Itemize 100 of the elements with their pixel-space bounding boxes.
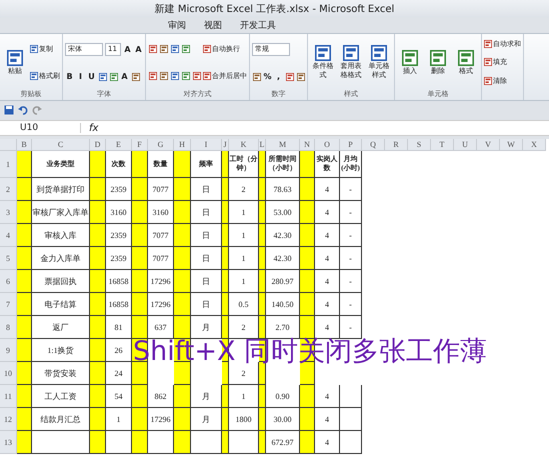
ribbon-tab[interactable]: 视图 bbox=[202, 19, 224, 32]
empty-cell bbox=[340, 408, 362, 431]
toolbar-button[interactable] bbox=[170, 70, 179, 82]
toolbar-button[interactable] bbox=[252, 71, 261, 82]
column-header[interactable]: C bbox=[32, 139, 90, 151]
empty-cell bbox=[340, 431, 362, 454]
table-cell: - bbox=[340, 201, 362, 224]
column-header[interactable]: H bbox=[174, 139, 191, 151]
row-header[interactable]: 11 bbox=[0, 385, 17, 408]
table-cell: - bbox=[340, 316, 362, 339]
column-header[interactable]: J bbox=[222, 139, 229, 151]
format-button[interactable]: U bbox=[87, 71, 96, 82]
table-cell: 4 bbox=[315, 293, 340, 316]
function-button[interactable]: fx bbox=[81, 122, 106, 134]
sheet-icon bbox=[30, 44, 38, 53]
ribbon-tab[interactable]: 开发工具 bbox=[238, 19, 278, 32]
sheet-icon bbox=[484, 40, 492, 48]
format-button[interactable]: , bbox=[274, 71, 283, 82]
row-header[interactable]: 2 bbox=[0, 178, 17, 201]
column-header[interactable]: D bbox=[90, 139, 106, 151]
column-header[interactable]: Q bbox=[362, 139, 385, 151]
row-header[interactable]: 5 bbox=[0, 247, 17, 270]
column-header[interactable]: U bbox=[454, 139, 477, 151]
row-header[interactable]: 1 bbox=[0, 151, 17, 178]
sheet-icon bbox=[203, 44, 211, 53]
table-icon bbox=[315, 45, 331, 61]
column-header[interactable]: V bbox=[477, 139, 500, 151]
column-header[interactable]: N bbox=[300, 139, 315, 151]
column-header[interactable]: B bbox=[17, 139, 32, 151]
save-icon[interactable] bbox=[4, 104, 14, 114]
sheet-icon bbox=[203, 72, 211, 80]
column-header[interactable]: S bbox=[408, 139, 431, 151]
table-icon bbox=[7, 50, 23, 66]
column-header[interactable]: M bbox=[266, 139, 300, 151]
column-header[interactable]: I bbox=[191, 139, 222, 151]
table-icon bbox=[402, 50, 418, 66]
column-header[interactable]: T bbox=[431, 139, 454, 151]
toolbar-button[interactable] bbox=[148, 43, 157, 54]
table-cell: 4 bbox=[315, 178, 340, 201]
row-header[interactable]: 7 bbox=[0, 293, 17, 316]
table-icon bbox=[343, 45, 359, 61]
row-header[interactable]: 4 bbox=[0, 224, 17, 247]
sheet-icon bbox=[30, 72, 38, 80]
table-cell: 4 bbox=[315, 247, 340, 270]
undo-icon[interactable] bbox=[18, 104, 28, 114]
column-header[interactable]: X bbox=[523, 139, 546, 151]
row-header[interactable]: 9 bbox=[0, 339, 17, 362]
format-button[interactable]: A bbox=[123, 44, 132, 55]
column-header[interactable]: F bbox=[132, 139, 148, 151]
toolbar-button[interactable] bbox=[170, 43, 179, 54]
table-cell: 4 bbox=[315, 270, 340, 293]
toolbar-button[interactable] bbox=[181, 70, 190, 82]
format-button[interactable]: % bbox=[263, 71, 272, 82]
ribbon-tab[interactable]: 审阅 bbox=[166, 19, 188, 32]
toolbar-button[interactable] bbox=[296, 71, 305, 82]
toolbar-button[interactable] bbox=[159, 43, 168, 54]
column-header[interactable]: K bbox=[229, 139, 259, 151]
column-header[interactable]: O bbox=[315, 139, 340, 151]
row-header[interactable]: 8 bbox=[0, 316, 17, 339]
sheet-icon bbox=[484, 58, 492, 66]
table-cell: 4 bbox=[315, 316, 340, 339]
table-cell: 4 bbox=[315, 408, 340, 431]
table-icon bbox=[458, 50, 474, 66]
table-cell: - bbox=[340, 224, 362, 247]
table-icon bbox=[371, 45, 387, 61]
column-header[interactable]: P bbox=[340, 139, 362, 151]
toolbar-button[interactable] bbox=[109, 71, 118, 82]
toolbar-button[interactable] bbox=[181, 43, 190, 54]
empty-cell bbox=[340, 385, 362, 408]
row-header[interactable]: 3 bbox=[0, 201, 17, 224]
row-header[interactable]: 6 bbox=[0, 270, 17, 293]
window-title: 新建 Microsoft Excel 工作表.xlsx - Microsoft Excel bbox=[154, 2, 394, 16]
row-header[interactable]: 12 bbox=[0, 408, 17, 431]
table-cell: 4 bbox=[315, 385, 340, 408]
toolbar-button[interactable] bbox=[98, 71, 107, 82]
table-icon bbox=[430, 50, 446, 66]
sheet-icon bbox=[484, 76, 492, 85]
format-button[interactable]: B bbox=[65, 71, 74, 82]
name-box[interactable]: U10 bbox=[0, 123, 81, 133]
toolbar-button[interactable] bbox=[159, 70, 168, 82]
table-cell: - bbox=[340, 293, 362, 316]
toolbar-button[interactable] bbox=[148, 70, 157, 82]
column-header[interactable]: R bbox=[385, 139, 408, 151]
column-header[interactable]: L bbox=[259, 139, 266, 151]
table-cell: - bbox=[340, 178, 362, 201]
row-header[interactable]: 10 bbox=[0, 362, 17, 385]
table-cell: 4 bbox=[315, 224, 340, 247]
format-button[interactable]: I bbox=[76, 71, 85, 82]
toolbar-button[interactable] bbox=[285, 71, 294, 82]
toolbar-button[interactable] bbox=[131, 71, 140, 82]
row-header[interactable]: 13 bbox=[0, 431, 17, 454]
column-header[interactable]: W bbox=[500, 139, 523, 151]
table-cell: - bbox=[340, 247, 362, 270]
format-button[interactable]: A bbox=[120, 71, 129, 82]
format-button[interactable]: A bbox=[134, 44, 143, 55]
table-cell: 4 bbox=[315, 431, 340, 454]
toolbar-button[interactable] bbox=[192, 70, 201, 82]
table-cell: 4 bbox=[315, 201, 340, 224]
column-header[interactable]: E bbox=[106, 139, 132, 151]
column-header[interactable]: G bbox=[148, 139, 174, 151]
